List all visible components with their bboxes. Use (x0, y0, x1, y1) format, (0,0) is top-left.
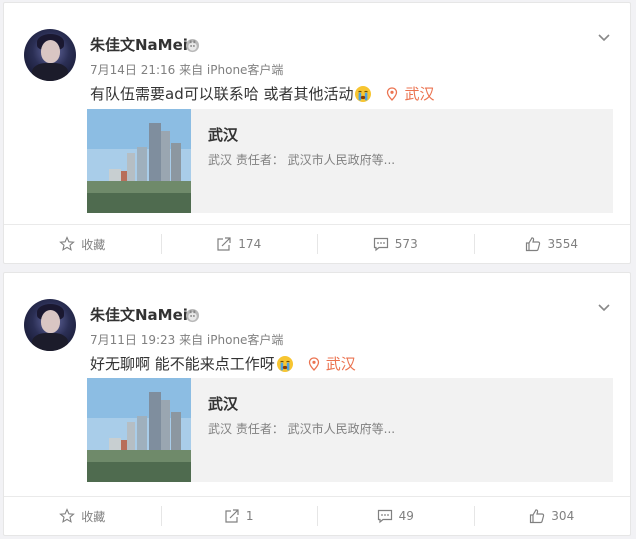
star-icon (59, 236, 76, 251)
action-bar: 收藏 174 573 3554 (4, 224, 630, 263)
post-text: 有队伍需要ad可以联系哈 或者其他活动 武汉 (90, 83, 435, 104)
favorite-label: 收藏 (81, 509, 106, 524)
action-bar: 收藏 1 49 304 (4, 496, 630, 535)
post-text-content: 好无聊啊 能不能来点工作呀 (90, 355, 275, 373)
comment-button[interactable]: 49 (317, 497, 474, 535)
link-card-desc: 武汉 责任者： 武汉市人民政府等... (208, 153, 396, 167)
crying-emoji-icon (276, 355, 293, 372)
crying-emoji-icon (355, 85, 372, 102)
comment-count: 573 (394, 237, 418, 251)
post-meta[interactable]: 7月11日 19:23 来自 iPhone客户端 (90, 331, 283, 348)
thumbs-up-icon (526, 237, 541, 252)
repost-count: 1 (245, 509, 254, 523)
share-icon (225, 509, 239, 523)
star-icon (59, 508, 76, 523)
location-label: 武汉 (404, 85, 435, 103)
weibo-post-2: 朱佳文NaMei 7月11日 19:23 来自 iPhone客户端 好无聊啊 能… (3, 272, 631, 536)
chevron-down-icon[interactable] (596, 299, 612, 315)
link-card-title: 武汉 (208, 395, 239, 413)
comment-button[interactable]: 573 (317, 225, 474, 263)
weibo-post-1: 朱佳文NaMei 7月14日 21:16 来自 iPhone客户端 有队伍需要a… (3, 2, 631, 264)
city-thumbnail (87, 109, 191, 213)
comment-count: 49 (398, 509, 414, 523)
avatar[interactable] (24, 29, 76, 81)
city-thumbnail (87, 378, 191, 482)
thumbs-up-icon (530, 509, 545, 524)
location-pin-icon (308, 356, 319, 371)
link-card[interactable]: 武汉 武汉 责任者： 武汉市人民政府等... (87, 109, 613, 213)
favorite-label: 收藏 (81, 237, 106, 252)
share-icon (217, 237, 231, 251)
like-button[interactable]: 304 (473, 497, 631, 535)
post-text-content: 有队伍需要ad可以联系哈 或者其他活动 (90, 85, 354, 103)
favorite-button[interactable]: 收藏 (4, 225, 161, 263)
repost-count: 174 (238, 237, 262, 251)
comment-icon (373, 237, 388, 252)
post-text: 好无聊啊 能不能来点工作呀 武汉 (90, 353, 356, 374)
location-link[interactable]: 武汉 (386, 83, 435, 104)
favorite-button[interactable]: 收藏 (4, 497, 161, 535)
verified-badge-icon (185, 308, 200, 323)
post-meta[interactable]: 7月14日 21:16 来自 iPhone客户端 (90, 61, 283, 78)
location-pin-icon (387, 86, 398, 101)
link-card[interactable]: 武汉 武汉 责任者： 武汉市人民政府等... (87, 378, 613, 482)
like-button[interactable]: 3554 (473, 225, 631, 263)
verified-badge-icon (185, 38, 200, 53)
link-card-desc: 武汉 责任者： 武汉市人民政府等... (208, 422, 396, 436)
repost-button[interactable]: 174 (160, 225, 318, 263)
repost-button[interactable]: 1 (160, 497, 318, 535)
location-link[interactable]: 武汉 (308, 353, 356, 374)
link-card-title: 武汉 (208, 126, 239, 144)
chevron-down-icon[interactable] (596, 29, 612, 45)
avatar[interactable] (24, 299, 76, 351)
author-name[interactable]: 朱佳文NaMei (90, 34, 188, 55)
author-name[interactable]: 朱佳文NaMei (90, 304, 188, 325)
location-label: 武汉 (325, 355, 356, 373)
like-count: 304 (551, 509, 575, 523)
like-count: 3554 (547, 237, 579, 251)
comment-icon (377, 509, 392, 524)
